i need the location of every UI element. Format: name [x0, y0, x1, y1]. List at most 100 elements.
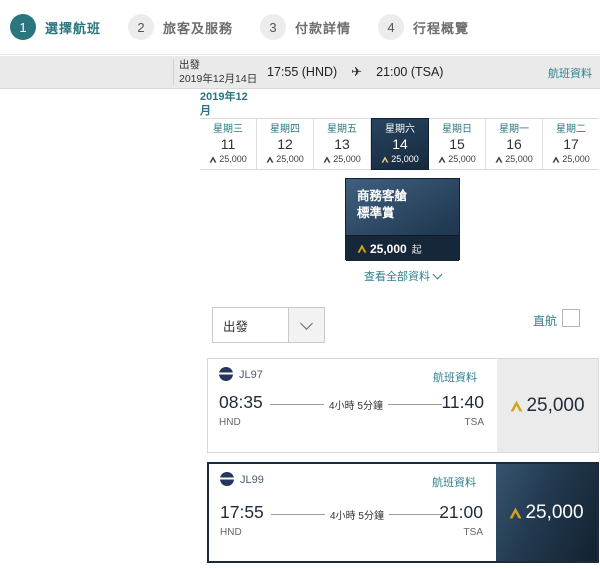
cabin-class-label: 商務客艙 [357, 189, 408, 203]
date-tab-thu-12[interactable]: 星期四 12 25,000 [257, 119, 314, 169]
weekday-label: 星期一 [499, 124, 529, 135]
sort-select-dropdown-button[interactable] [288, 308, 324, 342]
step-number-badge: 2 [128, 14, 155, 40]
step-payment-details[interactable]: 3 付款詳情 [260, 14, 351, 40]
step-label: 選擇航班 [45, 20, 102, 36]
view-all-details-link[interactable]: 查看全部資料 [345, 268, 460, 284]
step-label: 旅客及服務 [163, 20, 234, 36]
day-number: 15 [449, 136, 465, 152]
card-miles-value: 25,000 [370, 241, 407, 256]
miles-value: 25,000 [562, 154, 590, 164]
departure-airport: HND [219, 417, 241, 428]
miles-icon [381, 155, 389, 163]
flight-info-link[interactable]: 航班資料 [432, 474, 476, 490]
date-tab-mon-16[interactable]: 星期一 16 25,000 [486, 119, 543, 169]
step-number-badge: 4 [378, 14, 405, 40]
miles-icon [323, 155, 331, 163]
summary-flight-info-link[interactable]: 航班資料 [548, 65, 592, 81]
flight-duration: 4小時 5分鐘 [271, 507, 443, 522]
weekday-label: 星期五 [327, 124, 357, 135]
departure-time: 08:35 [219, 392, 263, 412]
arrival-time: 11:40 [441, 392, 485, 412]
miles-icon [552, 155, 560, 163]
miles-icon [509, 507, 522, 518]
step-itinerary-overview[interactable]: 4 行程概覽 [378, 14, 469, 40]
flight-info-link[interactable]: 航班資料 [433, 369, 477, 385]
weekday-label: 星期三 [213, 124, 243, 135]
month-line1: 2019年12 [200, 91, 248, 103]
weekday-label: 星期日 [442, 124, 472, 135]
direct-flight-label: 直航 [533, 314, 558, 328]
jal-airline-logo [220, 472, 234, 486]
miles-value: 25,000 [448, 154, 476, 164]
date-tab-sun-15[interactable]: 星期日 15 25,000 [429, 119, 486, 169]
flight-duration: 4小時 5分鐘 [270, 397, 442, 412]
chevron-down-icon [432, 269, 443, 280]
date-tab-tue-17[interactable]: 星期二 17 25,000 [543, 119, 599, 169]
step-number-badge: 3 [260, 14, 287, 40]
arrival-block: 11:40 TSA [442, 392, 485, 430]
miles-value: 25,000 [219, 154, 247, 164]
calendar-month-label: 2019年12 月 [200, 90, 260, 118]
step-passengers-services[interactable]: 2 旅客及服務 [128, 14, 233, 40]
step-progress-bar: 1 選擇航班 2 旅客及服務 3 付款詳情 4 行程概覽 [0, 0, 600, 55]
departure-block: 17:55 HND [220, 502, 264, 540]
miles-price-cell[interactable]: 25,000 [497, 359, 598, 452]
card-from-suffix: 起 [411, 245, 422, 256]
summary-arrival-time: 21:00 (TSA) [376, 65, 444, 79]
summary-direction-label: 出發 [179, 59, 200, 71]
flight-row-jl99-selected[interactable]: JL99 航班資料 17:55 HND 4小時 5分鐘 21:00 TSA 25… [207, 462, 599, 563]
weekday-label: 星期六 [385, 124, 415, 135]
direct-flight-checkbox[interactable] [562, 309, 580, 327]
date-tab-sat-14-selected[interactable]: 星期六 14 25,000 [371, 118, 429, 170]
miles-price-value: 25,000 [526, 394, 585, 416]
arrival-time: 21:00 [439, 502, 483, 522]
view-all-label: 查看全部資料 [364, 271, 430, 283]
miles-value: 25,000 [391, 154, 419, 164]
chevron-down-icon [300, 316, 313, 330]
flight-number: JL97 [239, 369, 263, 381]
sort-select-value: 出發 [223, 319, 249, 334]
plane-icon: ✈ [351, 64, 363, 79]
jal-airline-logo [219, 367, 233, 381]
departure-airport: HND [220, 527, 242, 538]
summary-date-block: 出發 2019年12月14日 [179, 58, 257, 86]
miles-value: 25,000 [505, 154, 533, 164]
day-number: 14 [392, 136, 408, 152]
arrival-airport: TSA [463, 527, 483, 538]
date-tab-wed-11[interactable]: 星期三 11 25,000 [200, 119, 257, 169]
step-label: 行程概覽 [413, 20, 470, 36]
summary-divider [173, 59, 174, 85]
flight-row-jl97[interactable]: JL97 航班資料 08:35 HND 4小時 5分鐘 11:40 TSA 25… [207, 358, 599, 453]
arrival-airport: TSA [464, 417, 484, 428]
departure-block: 08:35 HND [219, 392, 263, 430]
fare-card-miles-strip: 25,000 起 [346, 235, 459, 261]
miles-icon [495, 155, 503, 163]
day-number: 11 [220, 136, 236, 152]
weekday-label: 星期四 [270, 124, 300, 135]
departure-time: 17:55 [220, 502, 264, 522]
weekday-label: 星期二 [556, 124, 586, 135]
miles-icon [510, 400, 523, 411]
miles-icon [438, 155, 446, 163]
duration-label: 4小時 5分鐘 [330, 510, 384, 522]
duration-label: 4小時 5分鐘 [329, 400, 383, 412]
flight-booking-page: 1 選擇航班 2 旅客及服務 3 付款詳情 4 行程概覽 出發 2019年12月… [0, 0, 600, 569]
step-label: 付款詳情 [295, 20, 352, 36]
summary-date: 2019年12月14日 [179, 73, 258, 85]
award-type-label: 標準賞 [357, 206, 395, 220]
day-number: 12 [277, 136, 293, 152]
sort-select[interactable]: 出發 [212, 307, 325, 343]
miles-value: 25,000 [276, 154, 304, 164]
step-select-flight[interactable]: 1 選擇航班 [10, 14, 101, 40]
fare-class-card[interactable]: 商務客艙 標準賞 25,000 起 [345, 178, 460, 261]
day-number: 16 [506, 136, 522, 152]
date-tab-fri-13[interactable]: 星期五 13 25,000 [314, 119, 371, 169]
miles-value: 25,000 [333, 154, 361, 164]
miles-price-value: 25,000 [525, 501, 584, 523]
day-number: 17 [563, 136, 579, 152]
miles-icon [357, 244, 367, 253]
month-line2: 月 [200, 105, 211, 117]
miles-price-cell[interactable]: 25,000 [496, 464, 597, 561]
step-number-badge: 1 [10, 14, 36, 40]
